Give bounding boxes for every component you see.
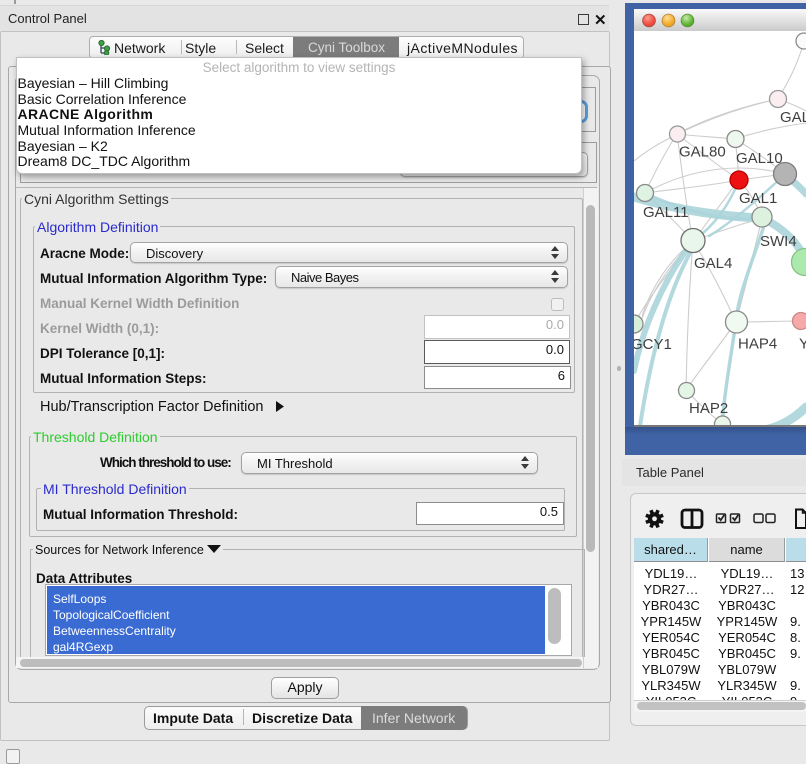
svg-text:GAL80: GAL80 [679,144,726,161]
svg-text:GAL1: GAL1 [739,190,777,207]
svg-text:SWI4: SWI4 [760,233,797,250]
svg-text:GAL11: GAL11 [643,204,689,221]
svg-text:GCY1: GCY1 [634,336,672,353]
svg-text:HAP2: HAP2 [689,400,728,417]
svg-text:GAL10: GAL10 [736,150,783,167]
svg-text:YJ: YJ [799,336,806,353]
svg-text:HAP4: HAP4 [738,336,777,353]
svg-text:GAL4: GAL4 [694,255,732,272]
svg-text:GAL7: GAL7 [780,109,806,126]
